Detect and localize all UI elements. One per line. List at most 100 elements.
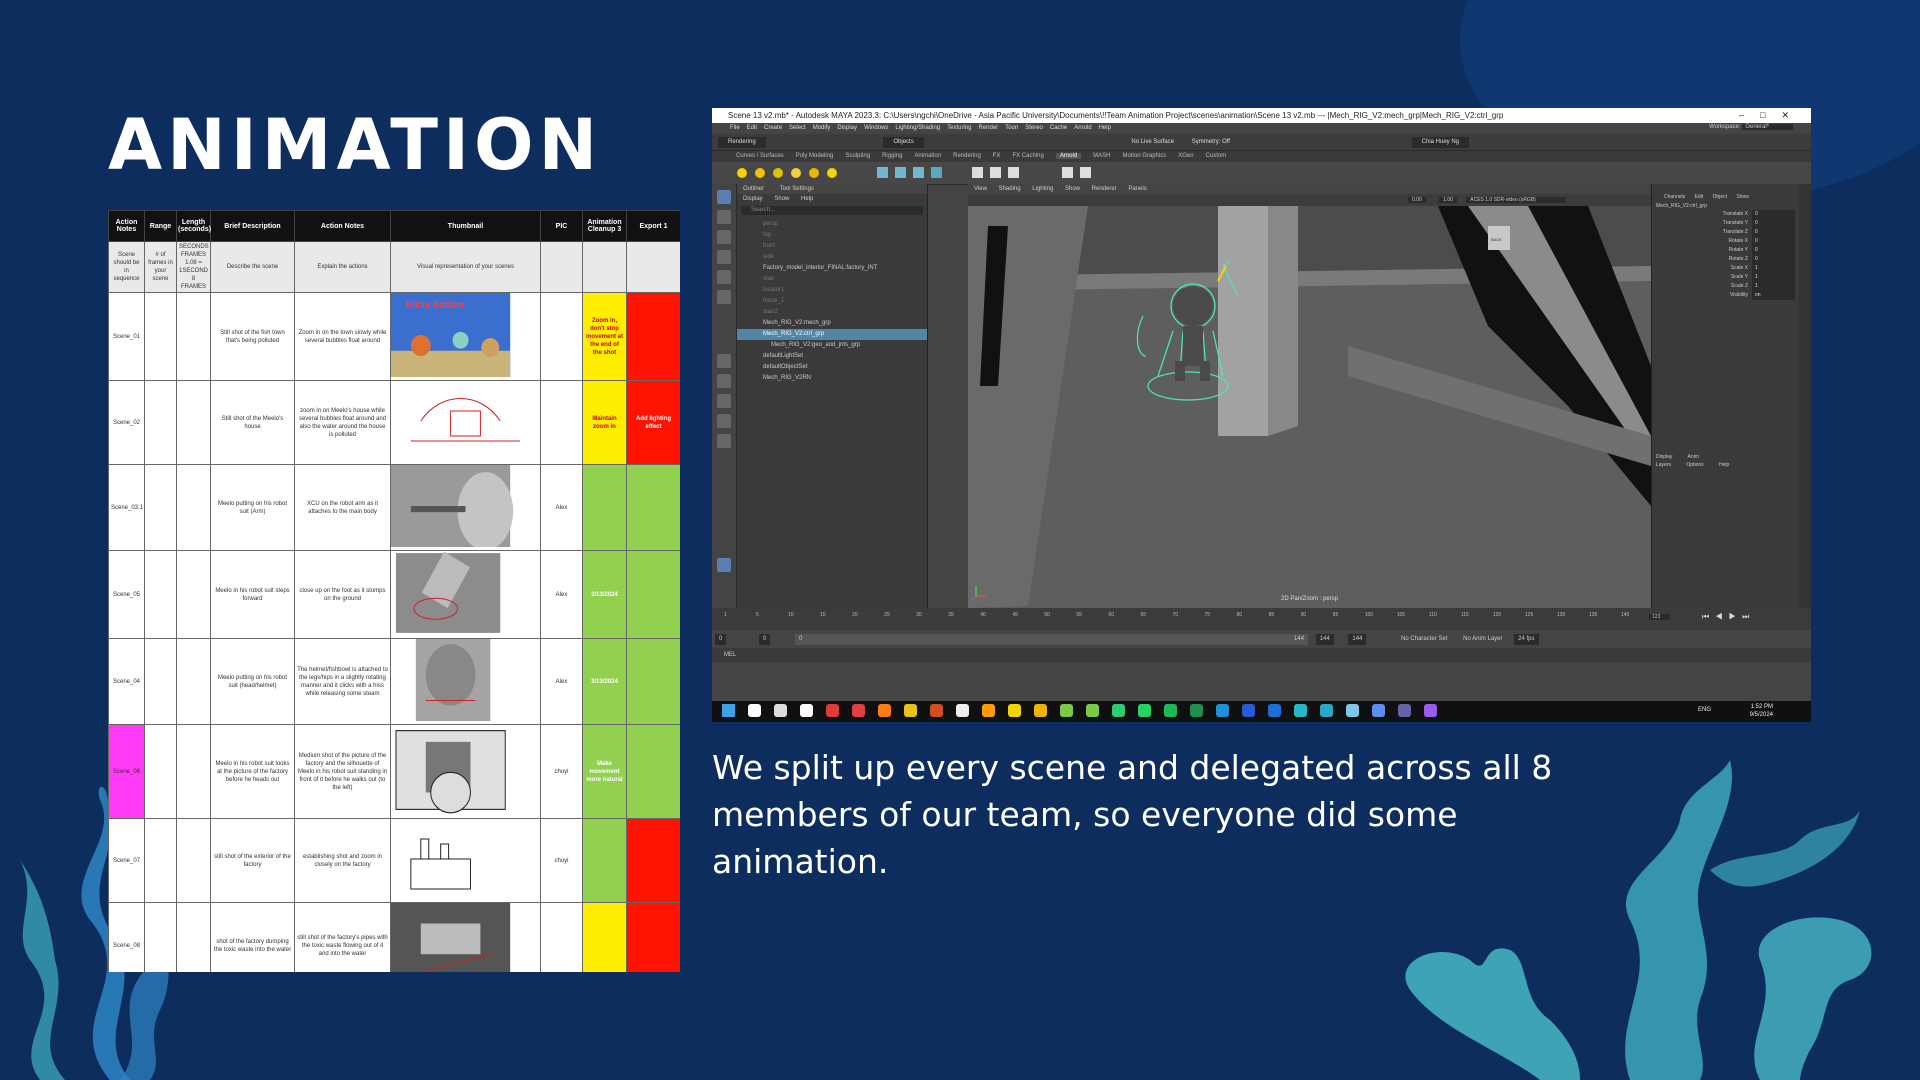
live-surface-label[interactable]: No Live Surface — [1131, 139, 1174, 145]
side-tab-strip[interactable] — [1799, 184, 1811, 608]
search-icon[interactable] — [717, 434, 731, 448]
taskbar-app-icon[interactable] — [774, 704, 787, 717]
layer-menu-item[interactable]: Options — [1686, 462, 1703, 468]
outliner-item[interactable]: Mech_RIG_V2:mech_grp — [737, 318, 927, 329]
menu-item-help[interactable]: Help — [1099, 125, 1111, 131]
menu-item-modify[interactable]: Modify — [813, 125, 831, 131]
taskbar-app-icon[interactable] — [1242, 704, 1255, 717]
scale-tool-icon[interactable] — [717, 290, 731, 304]
workspace-selector[interactable]: Workspace: General* — [1709, 124, 1793, 130]
shelf-tab[interactable]: Custom — [1206, 153, 1227, 159]
tab-tool-settings[interactable]: Tool Settings — [780, 186, 814, 192]
menu-item-lighting-shading[interactable]: Lighting/Shading — [895, 125, 940, 131]
shelf-tab[interactable]: Rendering — [953, 153, 981, 159]
symmetry-dropdown[interactable]: Symmetry: Off — [1192, 139, 1230, 145]
taskbar-app-icon[interactable] — [1294, 704, 1307, 717]
viewport-menu-item[interactable]: Show — [1065, 186, 1080, 192]
outliner-item[interactable]: top — [737, 230, 927, 241]
channel-value[interactable]: 0 — [1752, 219, 1795, 228]
taskbar-app-icon[interactable] — [826, 704, 839, 717]
menu-item-file[interactable]: File — [730, 125, 740, 131]
taskbar-app-icon[interactable] — [1268, 704, 1281, 717]
light-icon[interactable] — [791, 168, 801, 178]
taskbar-app-icon[interactable] — [1190, 704, 1203, 717]
range-end-field[interactable]: 144 — [1315, 634, 1334, 645]
taskbar-app-icon[interactable] — [1398, 704, 1411, 717]
viewport-menu-item[interactable]: View — [974, 186, 987, 192]
tool-icon[interactable] — [1080, 167, 1091, 178]
taskbar-app-icon[interactable] — [748, 704, 761, 717]
layer-menu-item[interactable]: Help — [1719, 462, 1729, 468]
shelf-tab[interactable]: Arnold — [1055, 153, 1082, 159]
tool-icon[interactable] — [1062, 167, 1073, 178]
channel-value[interactable]: on — [1752, 291, 1795, 300]
outliner-item[interactable]: fence_1 — [737, 296, 927, 307]
layer-menu-item[interactable]: Layers — [1656, 462, 1671, 468]
layout-four-icon[interactable] — [717, 374, 731, 388]
anim-layer-dropdown[interactable]: No Anim Layer — [1463, 636, 1502, 642]
render-icon[interactable] — [877, 167, 888, 178]
layout-single-icon[interactable] — [717, 354, 731, 368]
outliner-item[interactable]: Factory_model_interior_FINAL:factory_INT — [737, 263, 927, 274]
taskbar-app-icon[interactable] — [1346, 704, 1359, 717]
render-icon[interactable] — [895, 167, 906, 178]
viewport-panel[interactable]: View Shading Lighting Show Renderer Pane… — [968, 184, 1651, 608]
gamma-field[interactable]: 0.00 — [1408, 197, 1426, 203]
menu-item-create[interactable]: Create — [764, 125, 782, 131]
system-clock[interactable]: 1:52 PM 9/5/2024 — [1750, 703, 1773, 719]
taskbar-app-icon[interactable] — [982, 704, 995, 717]
rotate-tool-icon[interactable] — [717, 270, 731, 284]
outliner-item[interactable]: defaultObjectSet — [737, 362, 927, 373]
render-icon[interactable] — [913, 167, 924, 178]
channel-menu-item[interactable]: Show — [1736, 194, 1749, 200]
range-start-field[interactable]: 0 — [759, 634, 771, 645]
viewport-menu-item[interactable]: Lighting — [1032, 186, 1053, 192]
outliner-search-input[interactable]: Search... — [741, 206, 923, 215]
taskbar-app-icon[interactable] — [852, 704, 865, 717]
lasso-tool-icon[interactable] — [717, 210, 731, 224]
viewport-menu-item[interactable]: Renderer — [1092, 186, 1117, 192]
shelf-tab[interactable]: Animation — [914, 153, 941, 159]
taskbar-app-icon[interactable] — [1320, 704, 1333, 717]
taskbar-app-icon[interactable] — [1060, 704, 1073, 717]
channel-menu-item[interactable]: Channels — [1664, 194, 1685, 200]
taskbar-app-icon[interactable] — [1112, 704, 1125, 717]
taskbar-app-icon[interactable] — [1034, 704, 1047, 717]
light-icon[interactable] — [827, 168, 837, 178]
time-slider[interactable]: 1 5 10 15 20 25 30 35 40 45 50 55 60 65 70 75 80 85 90 95 10… — [712, 608, 1811, 630]
window-controls[interactable]: –□✕ — [1739, 108, 1805, 123]
menu-item-texturing[interactable]: Texturing — [947, 125, 971, 131]
light-icon[interactable] — [755, 168, 765, 178]
channel-menu-item[interactable]: Edit — [1695, 194, 1704, 200]
menu-item-stereo[interactable]: Stereo — [1025, 125, 1043, 131]
outliner-menu-item[interactable]: Display — [743, 196, 763, 202]
move-tool-icon[interactable] — [717, 250, 731, 264]
light-icon[interactable] — [809, 168, 819, 178]
menu-item-windows[interactable]: Windows — [864, 125, 888, 131]
taskbar-app-icon[interactable] — [1008, 704, 1021, 717]
menuset-dropdown[interactable]: Rendering — [718, 137, 766, 148]
language-indicator[interactable]: ENG — [1698, 707, 1711, 713]
taskbar-app-icon[interactable] — [904, 704, 917, 717]
shelf-tab[interactable]: Poly Modeling — [796, 153, 834, 159]
start-frame-field[interactable]: 0 — [715, 634, 727, 645]
command-line[interactable]: MEL — [712, 648, 1811, 662]
current-frame-field[interactable]: 123 — [1649, 614, 1671, 620]
select-tool-icon[interactable] — [717, 190, 731, 204]
playback-controls[interactable]: ⏮ ◀ ▶ ⏭ — [1702, 612, 1751, 622]
tab-outliner[interactable]: Outliner — [743, 186, 764, 192]
taskbar-app-icon[interactable] — [1138, 704, 1151, 717]
objects-dropdown[interactable]: Objects — [883, 137, 924, 148]
outliner-item[interactable]: Mech_RIG_V2:geo_and_jnts_grp — [737, 340, 927, 351]
outliner-item[interactable]: persp — [737, 219, 927, 230]
outliner-item[interactable]: stair2 — [737, 307, 927, 318]
outliner-item[interactable]: stair — [737, 274, 927, 285]
menu-item-display[interactable]: Display — [837, 125, 857, 131]
taskbar-app-icon[interactable] — [1086, 704, 1099, 717]
outliner-item[interactable]: Mech_RIG_V2RN — [737, 373, 927, 384]
tab-display-layers[interactable]: Display — [1656, 454, 1672, 460]
menu-item-cache[interactable]: Cache — [1050, 125, 1067, 131]
fps-dropdown[interactable]: 24 fps — [1514, 634, 1539, 645]
user-account[interactable]: Chia Huey Ng — [1411, 137, 1470, 148]
tab-anim-layers[interactable]: Anim — [1688, 454, 1699, 460]
